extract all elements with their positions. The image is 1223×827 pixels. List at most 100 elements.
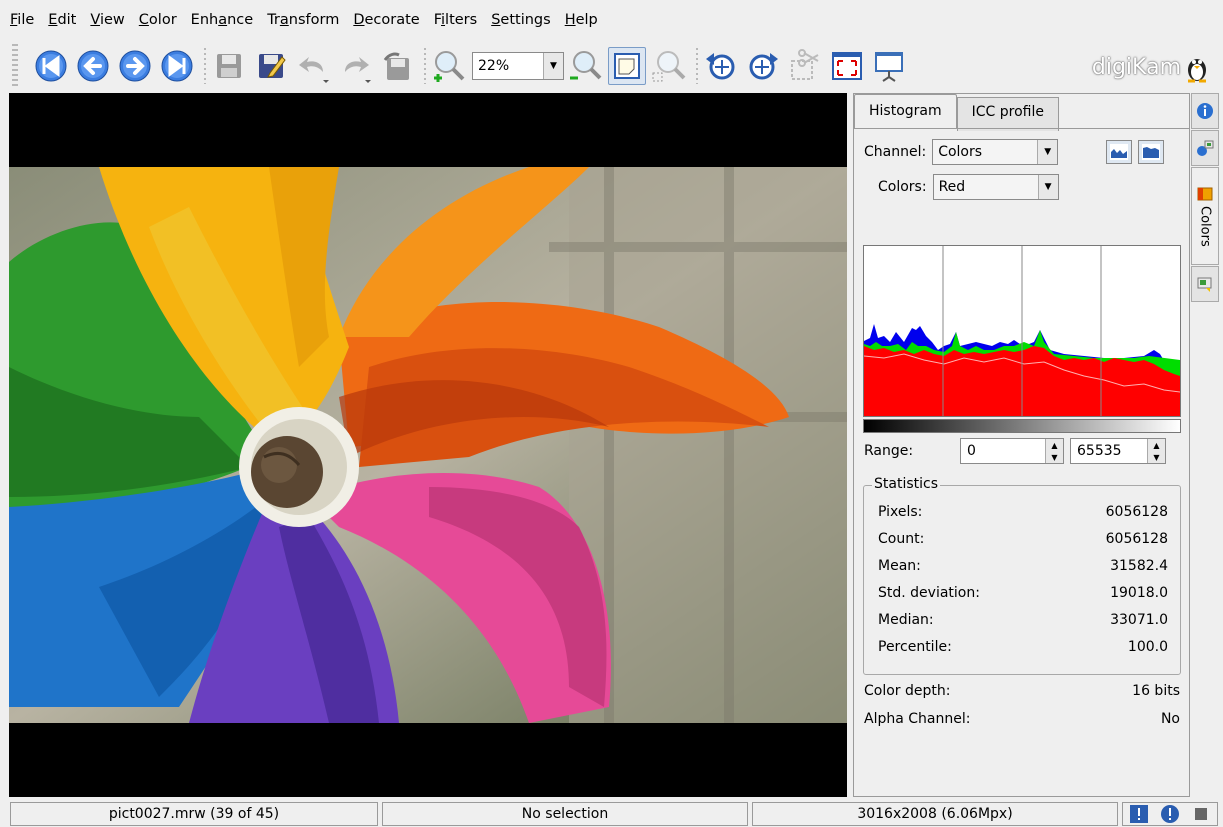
chevron-down-icon[interactable]: ▼ xyxy=(1037,175,1058,199)
menu-bar: File Edit View Color Enhance Transform D… xyxy=(0,0,1223,40)
histogram-gradient-bar xyxy=(863,419,1181,433)
crop-button[interactable] xyxy=(786,47,824,85)
status-file: pict0027.mrw (39 of 45) xyxy=(10,802,378,826)
histogram-view[interactable] xyxy=(863,245,1181,417)
first-image-button[interactable] xyxy=(32,47,70,85)
save-icon xyxy=(217,54,241,78)
chevron-down-icon[interactable]: ▼ xyxy=(543,53,563,79)
slideshow-icon xyxy=(875,52,903,82)
range-min-value: 0 xyxy=(967,443,976,459)
logo-text: digiKam xyxy=(1091,54,1181,80)
side-tab-bar: Colors xyxy=(1191,93,1221,313)
color-depth-value: 16 bits xyxy=(1132,683,1180,699)
image-canvas[interactable] xyxy=(9,93,847,797)
range-max-spin[interactable]: ▲ ▼ xyxy=(1147,439,1165,463)
tab-histogram[interactable]: Histogram xyxy=(854,94,957,128)
zoom-to-selection-button[interactable] xyxy=(650,47,688,85)
sidetab-metadata[interactable] xyxy=(1191,130,1219,166)
sidetab-comments[interactable] xyxy=(1191,266,1219,302)
first-icon xyxy=(35,50,67,82)
zoom-in-button[interactable] xyxy=(430,47,468,85)
color-depth-label: Color depth: xyxy=(864,683,951,699)
menu-file[interactable]: File xyxy=(10,8,34,32)
next-image-button[interactable] xyxy=(116,47,154,85)
range-row: Range: 0 ▲ ▼ 65535 ▲ ▼ xyxy=(864,438,1166,464)
stat-row-std-deviation: Std. deviation: 19018.0 xyxy=(878,585,1168,601)
channel-select[interactable]: Colors ▼ xyxy=(932,139,1059,165)
range-min-spin[interactable]: ▲ ▼ xyxy=(1045,439,1063,463)
tux-icon xyxy=(1188,59,1206,83)
toolbar-grip[interactable] xyxy=(12,44,18,88)
alpha-channel-label: Alpha Channel: xyxy=(864,711,971,727)
range-max-input[interactable]: 65535 ▲ ▼ xyxy=(1070,438,1166,464)
stat-label: Pixels: xyxy=(878,504,923,520)
spin-up-icon[interactable]: ▲ xyxy=(1046,439,1063,451)
over-exposure-indicator-icon[interactable] xyxy=(1159,803,1181,825)
rotate-right-button[interactable] xyxy=(744,47,782,85)
redo-button[interactable] xyxy=(336,47,374,85)
spin-down-icon[interactable]: ▼ xyxy=(1046,451,1063,463)
menu-settings[interactable]: Settings xyxy=(491,8,551,32)
menu-transform[interactable]: Transform xyxy=(267,8,339,32)
rotate-left-button[interactable] xyxy=(702,47,740,85)
chevron-down-icon[interactable]: ▼ xyxy=(1037,140,1058,164)
linear-scale-button[interactable] xyxy=(1106,140,1133,164)
undo-button[interactable] xyxy=(294,47,332,85)
zoom-out-icon xyxy=(570,51,602,80)
menu-help[interactable]: Help xyxy=(565,8,598,32)
menu-color[interactable]: Color xyxy=(139,8,177,32)
menu-filters[interactable]: Filters xyxy=(434,8,477,32)
rotate-left-icon xyxy=(706,53,735,80)
menu-edit[interactable]: Edit xyxy=(48,8,76,32)
spin-down-icon[interactable]: ▼ xyxy=(1148,451,1165,463)
range-min-input[interactable]: 0 ▲ ▼ xyxy=(960,438,1064,464)
spin-up-icon[interactable]: ▲ xyxy=(1148,439,1165,451)
colors-row: Colors: Red ▼ xyxy=(878,174,1059,200)
alpha-channel-row: Alpha Channel: No xyxy=(864,711,1180,727)
undo-icon xyxy=(299,57,329,83)
alpha-channel-value: No xyxy=(1160,711,1180,727)
menu-enhance[interactable]: Enhance xyxy=(191,8,254,32)
color-managed-view-icon[interactable] xyxy=(1190,803,1212,825)
stat-value: 6056128 xyxy=(1105,531,1168,547)
revert-button[interactable] xyxy=(378,47,416,85)
colors-select[interactable]: Red ▼ xyxy=(932,174,1059,200)
save-button[interactable] xyxy=(210,47,248,85)
stat-row-count: Count: 6056128 xyxy=(878,531,1168,547)
stat-value: 6056128 xyxy=(1105,504,1168,520)
sidetab-colors[interactable]: Colors xyxy=(1191,167,1219,265)
comments-icon xyxy=(1197,277,1212,292)
status-image-size: 3016x2008 (6.06Mpx) xyxy=(752,802,1118,826)
metadata-icon xyxy=(1197,140,1214,156)
stat-label: Mean: xyxy=(878,558,921,574)
zoom-out-button[interactable] xyxy=(566,47,604,85)
zoom-level-combo[interactable]: 22% ▼ xyxy=(472,52,564,80)
zoom-level-value: 22% xyxy=(478,58,510,74)
zoom-in-icon xyxy=(434,51,465,82)
fit-to-window-button[interactable] xyxy=(608,47,646,85)
menu-decorate[interactable]: Decorate xyxy=(353,8,419,32)
arrow-left-icon xyxy=(77,50,109,82)
log-scale-button[interactable] xyxy=(1138,140,1165,164)
log-histogram-icon xyxy=(1142,144,1161,160)
stat-label: Median: xyxy=(878,612,934,628)
channel-row: Channel: Colors ▼ xyxy=(864,139,1165,165)
sidetab-colors-label: Colors xyxy=(1197,205,1213,247)
stat-value: 31582.4 xyxy=(1110,558,1168,574)
save-as-button[interactable] xyxy=(252,47,290,85)
histogram-graph xyxy=(863,246,1181,416)
slideshow-button[interactable] xyxy=(870,47,908,85)
channel-label: Channel: xyxy=(864,144,927,160)
fullscreen-button[interactable] xyxy=(828,47,866,85)
under-exposure-indicator-icon[interactable] xyxy=(1128,803,1150,825)
toolbar-separator xyxy=(204,48,206,84)
sidetab-properties[interactable] xyxy=(1191,93,1219,129)
tab-icc-profile[interactable]: ICC profile xyxy=(956,97,1059,131)
previous-image-button[interactable] xyxy=(74,47,112,85)
last-image-button[interactable] xyxy=(158,47,196,85)
zoom-selection-icon xyxy=(652,51,686,82)
stat-row-median: Median: 33071.0 xyxy=(878,612,1168,628)
histogram-tab-content: Channel: Colors ▼ Colors: Red ▼ Range: 0… xyxy=(854,128,1189,796)
digikam-logo: digiKam xyxy=(1092,50,1215,84)
menu-view[interactable]: View xyxy=(90,8,124,32)
